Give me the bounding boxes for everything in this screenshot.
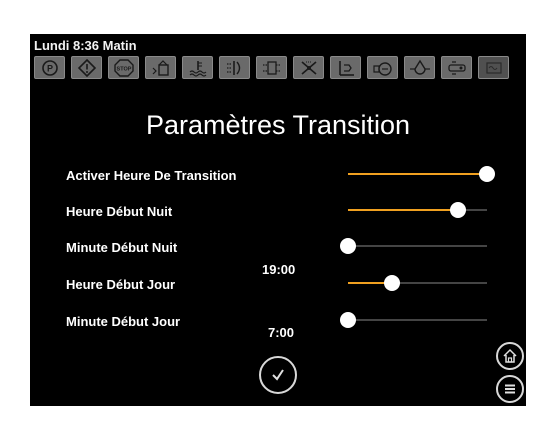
night-hour-slider[interactable] (348, 202, 487, 218)
engine-icon[interactable] (478, 56, 509, 79)
setting-label-night-minute: Minute Début Nuit (66, 240, 178, 255)
home-icon (503, 348, 517, 363)
day-minute-slider[interactable] (340, 312, 487, 328)
setting-label-day-minute: Minute Début Jour (66, 314, 181, 329)
stop-icon[interactable]: STOP (108, 56, 139, 79)
page-title: Paramètres Transition (145, 110, 411, 140)
fuel-filter-icon[interactable] (256, 56, 287, 79)
day-start-value: 7:00 (268, 325, 295, 340)
day-hour-slider[interactable] (348, 275, 487, 291)
oil-pressure-icon[interactable] (367, 56, 398, 79)
night-start-value: 19:00 (262, 262, 296, 277)
menu-icon (505, 384, 515, 394)
transmission-icon[interactable] (441, 56, 472, 79)
enable-transition-slider[interactable] (348, 166, 495, 182)
setting-label-night-hour: Heure Début Nuit (66, 204, 173, 219)
fuel-icon[interactable] (145, 56, 176, 79)
warning-icon[interactable] (71, 56, 102, 79)
home-button[interactable] (496, 342, 524, 370)
display-screen: Lundi 8:36 Matin P STOP Paramètres Trans… (30, 34, 526, 406)
oil-level-icon[interactable] (330, 56, 361, 79)
coolant-temp-icon[interactable] (182, 56, 213, 79)
oil-drop-icon[interactable] (404, 56, 435, 79)
svg-text:STOP: STOP (116, 66, 131, 72)
slider-thumb[interactable] (340, 312, 356, 328)
setting-label-enable-transition: Activer Heure De Transition (66, 168, 237, 183)
slider-thumb[interactable] (340, 238, 356, 254)
confirm-button[interactable] (259, 356, 297, 394)
slider-thumb[interactable] (384, 275, 401, 291)
fan-icon[interactable] (293, 56, 324, 79)
parking-brake-icon[interactable]: P (34, 56, 65, 79)
slider-thumb[interactable] (479, 166, 495, 182)
icon-toolbar: P STOP (34, 56, 524, 80)
svg-text:P: P (46, 63, 52, 73)
setting-label-day-hour: Heure Début Jour (66, 277, 176, 292)
menu-button[interactable] (496, 375, 524, 403)
slider-thumb[interactable] (449, 202, 466, 218)
checkmark-icon (272, 369, 284, 381)
status-datetime: Lundi 8:36 Matin (34, 38, 137, 53)
air-filter-icon[interactable] (219, 56, 250, 79)
night-minute-slider[interactable] (340, 238, 487, 254)
